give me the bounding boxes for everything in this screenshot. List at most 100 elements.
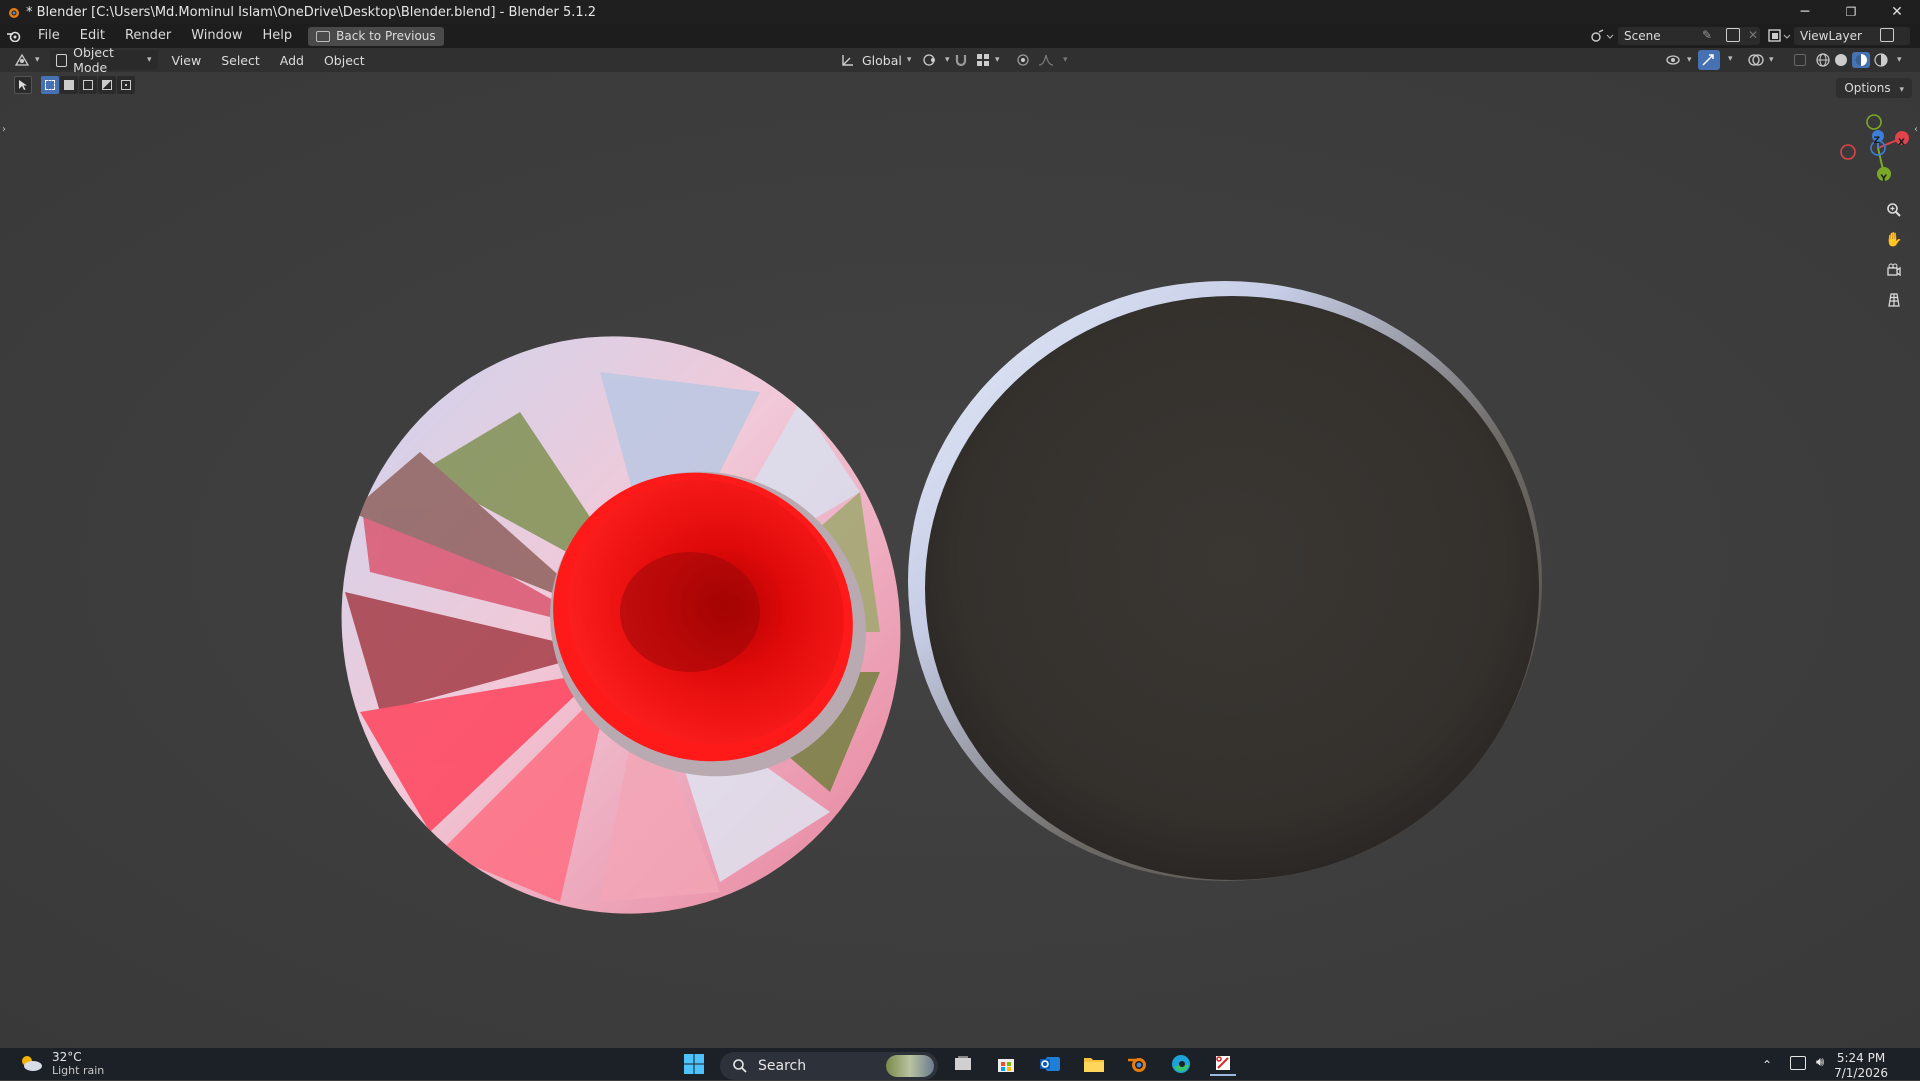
proportional-edit-icon bbox=[1017, 54, 1029, 66]
menu-object[interactable]: Object bbox=[318, 50, 371, 70]
search-placeholder: Search bbox=[758, 1058, 807, 1074]
taskbar-clock[interactable]: 5:24 PM 7/1/2026 bbox=[1834, 1051, 1888, 1081]
blender-logo-icon bbox=[4, 3, 22, 21]
options-label: Options bbox=[1844, 81, 1891, 95]
menu-help[interactable]: Help bbox=[253, 24, 303, 48]
select-mode-invert-icon[interactable] bbox=[98, 76, 116, 94]
orientation-icon bbox=[842, 55, 853, 66]
increment-icon bbox=[977, 54, 989, 66]
falloff-dropdown[interactable]: ▾ bbox=[1032, 50, 1074, 70]
clock-time: 5:24 PM bbox=[1836, 1051, 1886, 1065]
shading-mode-group[interactable]: ▾ bbox=[1810, 50, 1908, 70]
chevron-down-icon: ▾ bbox=[1063, 55, 1068, 65]
editor-type-button[interactable]: ▾ bbox=[8, 50, 46, 70]
sidebar-expand-arrow-icon[interactable]: ‹ bbox=[1914, 124, 1918, 135]
camera-view-icon[interactable] bbox=[1882, 258, 1906, 282]
toolbar-expand-arrow-icon[interactable]: › bbox=[2, 124, 6, 135]
pivot-icon bbox=[923, 54, 935, 66]
menu-add[interactable]: Add bbox=[274, 50, 310, 70]
weather-widget[interactable]: 32°C Light rain bbox=[18, 1050, 104, 1078]
gizmo-dropdown-chevron-icon[interactable]: ▾ bbox=[1728, 54, 1733, 64]
view-layer-name: ViewLayer bbox=[1800, 29, 1862, 43]
pan-hand-icon[interactable]: ✋ bbox=[1882, 228, 1906, 252]
start-windows-icon[interactable] bbox=[681, 1052, 707, 1076]
new-view-layer-icon[interactable] bbox=[1880, 28, 1894, 42]
zoom-icon[interactable] bbox=[1882, 198, 1906, 222]
options-dropdown[interactable]: Options ▾ bbox=[1836, 78, 1912, 98]
rendered-shading-icon[interactable] bbox=[1874, 53, 1888, 67]
close-button[interactable]: ✕ bbox=[1874, 0, 1920, 24]
search-highlight-image bbox=[886, 1055, 934, 1077]
file-explorer-icon[interactable] bbox=[1081, 1052, 1107, 1076]
select-mode-set-icon[interactable] bbox=[41, 76, 59, 94]
solid-shading-icon[interactable] bbox=[1834, 53, 1848, 67]
xray-toggle[interactable] bbox=[1788, 50, 1812, 70]
select-mode-extend-icon[interactable] bbox=[60, 76, 78, 94]
material-preview-shading-icon[interactable] bbox=[1852, 52, 1870, 68]
blender-taskbar-icon[interactable] bbox=[1125, 1052, 1151, 1076]
menu-view[interactable]: View bbox=[166, 50, 208, 70]
search-icon bbox=[733, 1059, 747, 1073]
view-layer-icon[interactable] bbox=[1768, 28, 1792, 44]
outlook-icon[interactable] bbox=[1037, 1052, 1063, 1076]
gizmo-x-label: X bbox=[1898, 138, 1905, 148]
overlay-icon bbox=[1748, 54, 1764, 66]
falloff-curve-icon bbox=[1038, 54, 1054, 66]
windows-taskbar: 32°C Light rain Search ⌃ 🔊︎ 5:24 PM 7/1/… bbox=[0, 1048, 1920, 1080]
maximize-button[interactable]: ❐ bbox=[1828, 0, 1874, 24]
gizmo-toggle[interactable] bbox=[1698, 50, 1720, 70]
chevron-down-icon: ▾ bbox=[906, 55, 912, 65]
gizmo-neg-x-handle bbox=[1840, 144, 1856, 160]
minimize-button[interactable]: ─ bbox=[1782, 0, 1828, 24]
chevron-down-icon: ▾ bbox=[35, 55, 40, 65]
clock-date: 7/1/2026 bbox=[1834, 1066, 1888, 1080]
scene-selector-icon[interactable] bbox=[1590, 28, 1614, 48]
window-titlebar: * Blender [C:\Users\Md.Mominul Islam\One… bbox=[0, 0, 1920, 24]
back-to-previous-button[interactable]: Back to Previous bbox=[308, 26, 444, 46]
transform-orientation-dropdown[interactable]: Global ▾ bbox=[834, 50, 917, 70]
object-mode-icon bbox=[55, 53, 68, 67]
new-scene-icon[interactable] bbox=[1726, 28, 1740, 42]
editor-type-icon bbox=[14, 53, 30, 66]
gizmo-y-label: Y bbox=[1880, 174, 1887, 184]
select-tool-cursor-icon[interactable] bbox=[14, 76, 32, 94]
menu-select[interactable]: Select bbox=[215, 50, 266, 70]
mode-dropdown[interactable]: Object Mode ▾ bbox=[49, 45, 158, 75]
overlay-toggle[interactable]: ▾ bbox=[1742, 50, 1780, 70]
wireframe-shading-icon[interactable] bbox=[1816, 53, 1830, 67]
3d-viewport[interactable]: › ‹ X Y Z ✋ bbox=[0, 72, 1920, 1048]
scene-name: Scene bbox=[1624, 29, 1661, 43]
gizmo-neg-y-handle bbox=[1866, 114, 1882, 130]
orientation-label: Global bbox=[862, 52, 902, 68]
chevron-down-icon: ▾ bbox=[1769, 55, 1774, 65]
network-icon[interactable] bbox=[1790, 1056, 1806, 1070]
chevron-down-icon: ▾ bbox=[147, 55, 152, 65]
snap-target-dropdown[interactable]: ▾ bbox=[970, 50, 1006, 70]
snipping-tool-icon[interactable] bbox=[1210, 1052, 1236, 1076]
perspective-toggle-grid-icon[interactable] bbox=[1882, 288, 1906, 312]
red-textured-cylinder-object[interactable] bbox=[300, 312, 920, 952]
select-mode-subtract-icon[interactable] bbox=[79, 76, 97, 94]
blender-menu-icon[interactable] bbox=[0, 30, 28, 42]
weather-temp: 32°C bbox=[52, 1050, 82, 1064]
menu-window[interactable]: Window bbox=[181, 24, 252, 48]
navigation-gizmo[interactable] bbox=[1834, 108, 1914, 188]
mode-label: Object Mode bbox=[73, 45, 114, 75]
taskbar-search[interactable]: Search bbox=[720, 1052, 938, 1080]
back-to-previous-label: Back to Previous bbox=[336, 29, 436, 43]
selectability-visibility-dropdown[interactable]: ▾ bbox=[1660, 50, 1698, 70]
chevron-down-icon: ▾ bbox=[1897, 55, 1902, 65]
gizmo-icon bbox=[1702, 54, 1714, 66]
volume-icon[interactable]: 🔊︎ bbox=[1816, 1055, 1824, 1070]
task-view-icon[interactable] bbox=[950, 1052, 976, 1076]
select-mode-toolbar bbox=[14, 76, 136, 94]
dark-disc-object[interactable] bbox=[908, 281, 1542, 881]
pin-icon[interactable]: ✎ bbox=[1702, 28, 1712, 42]
edge-browser-icon[interactable] bbox=[1168, 1052, 1194, 1076]
select-mode-intersect-icon[interactable] bbox=[117, 76, 135, 94]
menu-file[interactable]: File bbox=[28, 24, 70, 48]
delete-scene-icon[interactable]: ✕ bbox=[1748, 28, 1758, 42]
show-hidden-icons-chevron-icon[interactable]: ⌃ bbox=[1762, 1058, 1772, 1072]
chevron-down-icon: ▾ bbox=[1687, 55, 1692, 65]
microsoft-store-icon[interactable] bbox=[993, 1052, 1019, 1076]
